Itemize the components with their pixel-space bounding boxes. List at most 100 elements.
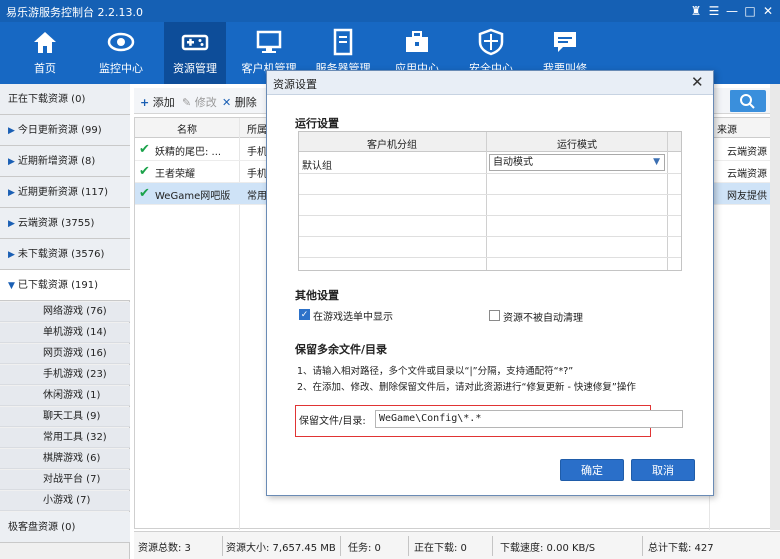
delete-button[interactable]: ✕ 删除 [222,94,257,110]
status-divider [642,536,643,556]
sidebar-item-downloading[interactable]: 正在下载资源 (0) [0,84,130,115]
sidebar-item-downloaded[interactable]: ▼ 已下载资源 (191) [0,270,130,301]
dialog-title-bar: 资源设置 ✕ [267,71,713,95]
row-source: 云端资源 [727,169,767,180]
col-group[interactable]: 所属 [247,121,267,136]
menu-icon[interactable]: ☰ [706,3,722,19]
close-icon[interactable]: ✕ [760,3,776,19]
col-divider [667,132,668,270]
cancel-button[interactable]: 取消 [631,459,695,481]
sidebar-subitem[interactable]: 棋牌游戏 (6) [0,449,130,469]
row-name: 王者荣耀 [155,169,195,180]
sidebar-subitem[interactable]: 对战平台 (7) [0,470,130,490]
run-mode-select[interactable]: 自动模式 ▼ [489,154,665,171]
sidebar-subitem[interactable]: 聊天工具 (9) [0,407,130,427]
row-divider [299,257,681,258]
sidebar-item-updated[interactable]: ▶ 近期更新资源 (117) [0,177,130,208]
edit-button[interactable]: ✎ 修改 [182,94,217,110]
row-group: 常用 [247,191,267,202]
sidebar-item-geek[interactable]: 极客盘资源 (0) [0,512,130,543]
row-divider [299,194,681,195]
row-group: 手机 [247,169,267,180]
sidebar-item-cloud[interactable]: ▶ 云端资源 (3755) [0,208,130,239]
run-section-title: 运行设置 [295,117,339,130]
nav-home[interactable]: 首页 [14,22,76,84]
expand-arrow-icon: ▶ [8,219,15,229]
sidebar-item-not-downloaded[interactable]: ▶ 未下载资源 (3576) [0,239,130,270]
status-divider [408,536,409,556]
subitem-label: 网络游戏 (76) [43,306,107,317]
show-in-menu-checkbox[interactable]: ✓ [299,309,310,320]
row-source: 网友提供 [727,191,767,202]
gamepad-icon [181,34,209,51]
status-divider [222,536,223,556]
keep-section-title: 保留多余文件/目录 [295,343,388,356]
add-button[interactable]: + 添加 [140,94,175,110]
keep-label: 保留文件/目录: [299,416,366,427]
row-group: 手机 [247,147,267,158]
note-2: 2、在添加、修改、删除保留文件后，请对此资源进行“修复更新 - 快速修复”操作 [297,382,636,393]
delete-label: 删除 [234,96,257,109]
nav-monitor[interactable]: 监控中心 [90,22,152,84]
toolbox-icon [406,31,428,52]
sidebar-subitem[interactable]: 常用工具 (32) [0,428,130,448]
col-source[interactable]: 来源 [717,121,737,136]
status-total: 资源总数: 3 [138,543,191,554]
sidebar-item-label: 近期新增资源 (8) [17,156,96,167]
window-title: 易乐游服务控制台 2.2.13.0 [6,6,143,19]
table-header: 客户机分组 运行模式 [299,132,681,152]
status-divider [492,536,493,556]
scrollbar[interactable] [770,84,780,530]
sidebar-item-label: 今日更新资源 (99) [17,125,102,136]
expand-arrow-icon: ▶ [8,126,15,136]
expand-arrow-icon: ▶ [8,188,15,198]
close-icon[interactable]: ✕ [691,73,704,91]
note-1: 1、请输入相对路径，多个文件或目录以“|”分隔，支持通配符“*?” [297,366,574,377]
sidebar-item-label: 极客盘资源 (0) [8,522,76,533]
show-in-menu-label: 在游戏选单中显示 [313,312,393,323]
sidebar-subitem[interactable]: 休闲游戏 (1) [0,386,130,406]
chevron-down-icon: ▼ [653,157,660,167]
col-run-mode: 运行模式 [557,140,597,151]
sidebar-subitem[interactable]: 网络游戏 (76) [0,302,130,322]
run-mode-table: 客户机分组 运行模式 默认组 自动模式 ▼ [298,131,682,271]
title-bar: 易乐游服务控制台 2.2.13.0 ♜ ☰ — □ ✕ [0,0,780,22]
no-auto-clean-label: 资源不被自动清理 [503,313,583,324]
nav-label: 首页 [34,62,56,75]
sidebar-subitem[interactable]: 手机游戏 (23) [0,365,130,385]
eye-icon [107,32,135,52]
sidebar-subitem[interactable]: 网页游戏 (16) [0,344,130,364]
run-mode-value: 自动模式 [493,157,533,168]
group-cell: 默认组 [302,161,332,172]
search-button[interactable] [730,90,766,112]
keep-files-input[interactable]: WeGame\Config\*.* [375,410,683,428]
subitem-label: 单机游戏 (14) [43,327,107,338]
sidebar-subitem[interactable]: 小游戏 (7) [0,491,130,511]
check-icon: ✔ [139,186,150,201]
row-name: 妖精的尾巴: ... [155,147,222,158]
sidebar-item-label: 云端资源 (3755) [17,218,95,229]
dialog-title: 资源设置 [273,78,317,91]
plus-icon: + [140,96,150,109]
home-icon [34,32,56,53]
sidebar-item-new[interactable]: ▶ 近期新增资源 (8) [0,146,130,177]
minimize-icon[interactable]: — [724,3,740,19]
ok-button[interactable]: 确定 [560,459,624,481]
sidebar-item-label: 正在下载资源 (0) [8,94,86,105]
subitem-label: 聊天工具 (9) [43,411,101,422]
no-auto-clean-checkbox[interactable] [489,310,500,321]
subitem-label: 网页游戏 (16) [43,348,107,359]
sidebar-subitem[interactable]: 单机游戏 (14) [0,323,130,343]
col-name[interactable]: 名称 [177,121,197,136]
sidebar-item-today[interactable]: ▶ 今日更新资源 (99) [0,115,130,146]
subitem-label: 手机游戏 (23) [43,369,107,380]
status-divider [340,536,341,556]
sidebar-item-label: 近期更新资源 (117) [17,187,108,198]
skin-icon[interactable]: ♜ [688,3,704,19]
nav-resource[interactable]: 资源管理 [164,22,226,84]
delete-icon: ✕ [222,96,232,109]
maximize-icon[interactable]: □ [742,3,758,19]
check-icon: ✔ [139,142,150,157]
row-divider [299,215,681,216]
subitem-label: 小游戏 (7) [43,495,91,506]
